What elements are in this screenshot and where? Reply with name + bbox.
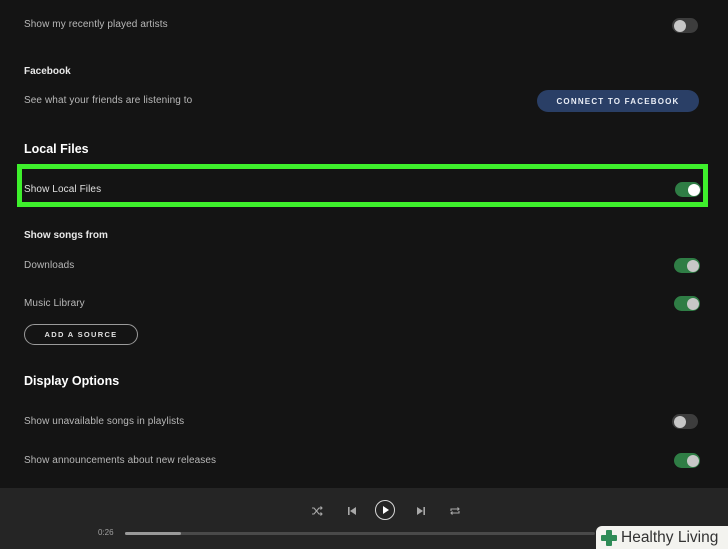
next-icon[interactable] [416,506,426,516]
connect-facebook-button[interactable]: CONNECT TO FACEBOOK [537,90,699,112]
progress-bar[interactable] [125,532,595,535]
play-icon [383,506,389,514]
toggle-knob [673,415,686,428]
source-music-library-label: Music Library [24,298,85,309]
add-source-button[interactable]: ADD A SOURCE [24,324,138,345]
progress-fill [125,532,182,535]
elapsed-time: 0:26 [98,528,114,537]
announcements-toggle[interactable] [674,453,700,468]
recent-artists-label: Show my recently played artists [24,19,168,30]
toggle-knob [686,454,699,467]
source-downloads-toggle[interactable] [674,258,700,273]
watermark-logo: Healthy Living [596,526,728,549]
source-downloads-label: Downloads [24,260,75,271]
toggle-knob [673,19,686,32]
watermark-text: Healthy Living [621,528,719,546]
plus-icon [599,528,619,548]
repeat-icon[interactable] [449,505,461,517]
facebook-heading: Facebook [24,66,71,77]
shuffle-icon[interactable] [311,505,323,517]
play-button[interactable] [375,500,395,520]
unavailable-songs-label: Show unavailable songs in playlists [24,416,185,427]
toggle-knob [687,183,700,196]
unavailable-songs-toggle[interactable] [672,414,698,429]
facebook-description: See what your friends are listening to [24,95,193,106]
show-local-files-toggle[interactable] [675,182,701,197]
highlight-box [17,164,708,207]
recent-artists-toggle[interactable] [672,18,698,33]
source-music-library-toggle[interactable] [674,296,700,311]
display-options-heading: Display Options [24,374,120,388]
show-local-files-label: Show Local Files [24,184,102,195]
show-songs-from-heading: Show songs from [24,230,108,241]
toggle-knob [686,259,699,272]
previous-icon[interactable] [347,506,357,516]
toggle-knob [686,297,699,310]
announcements-label: Show announcements about new releases [24,455,217,466]
local-files-heading: Local Files [24,142,89,156]
